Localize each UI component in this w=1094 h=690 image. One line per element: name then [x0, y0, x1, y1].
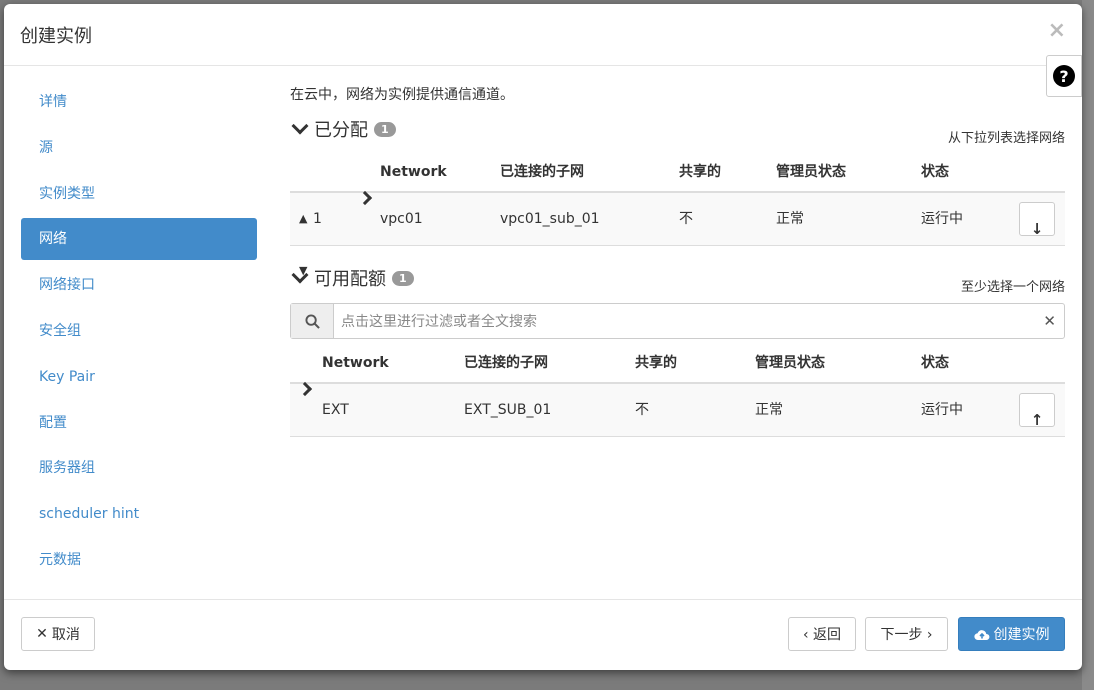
create-instance-button[interactable]: 创建实例	[958, 617, 1065, 651]
row-order: 1	[313, 211, 322, 227]
next-label: 下一步 ›	[880, 627, 933, 643]
help-button[interactable]: ?	[1046, 55, 1082, 97]
column-status: 状态	[921, 355, 949, 371]
row-network: vpc01	[380, 211, 423, 227]
column-network: Network	[380, 164, 447, 180]
column-status: 状态	[921, 164, 949, 180]
nav-item-networks[interactable]: 网络	[21, 218, 257, 261]
chevron-down-icon	[291, 266, 309, 284]
available-section-toggle[interactable]: 可用配额 1	[290, 265, 414, 291]
allocated-title: 已分配	[314, 120, 368, 141]
question-icon: ?	[1053, 65, 1075, 87]
row-network: EXT	[322, 402, 349, 418]
nav-item-metadata[interactable]: 元数据	[21, 539, 257, 581]
cancel-button[interactable]: ✕ 取消	[21, 617, 95, 651]
wizard-nav: 详情 源 实例类型 网络 网络接口 安全组 Key Pair 配置 服务器组 s…	[21, 81, 257, 585]
column-shared: 共享的	[635, 355, 677, 371]
nav-item-flavor[interactable]: 实例类型	[21, 173, 257, 215]
search-input[interactable]	[339, 304, 1033, 340]
column-network: Network	[322, 355, 389, 371]
nav-item-security-groups[interactable]: 安全组	[21, 310, 257, 352]
row-subnet: vpc01_sub_01	[500, 211, 600, 227]
nav-item-key-pair[interactable]: Key Pair	[21, 356, 257, 398]
allocated-hint: 从下拉列表选择网络	[947, 131, 1065, 146]
cancel-label: 取消	[51, 627, 80, 643]
available-title: 可用配额	[314, 269, 386, 290]
row-shared: 不	[635, 402, 649, 418]
nav-item-server-groups[interactable]: 服务器组	[21, 447, 257, 489]
modal-header: 创建实例 ×	[4, 4, 1082, 66]
allocated-table-header: Network 已连接的子网 共享的 管理员状态 状态	[290, 153, 1065, 193]
available-row: EXT EXT_SUB_01 不 正常 运行中 ↑	[290, 381, 1065, 437]
column-admin-state: 管理员状态	[776, 164, 846, 180]
allocated-section-toggle[interactable]: 已分配 1	[290, 116, 396, 142]
search-bar: ✕	[290, 303, 1065, 340]
modal-backdrop	[1082, 0, 1094, 690]
back-button[interactable]: ‹ 返回	[788, 617, 856, 651]
row-status: 运行中	[921, 211, 963, 227]
nav-item-configuration[interactable]: 配置	[21, 402, 257, 444]
row-admin-state: 正常	[755, 402, 783, 418]
back-label: ‹ 返回	[802, 627, 842, 643]
create-label: 创建实例	[993, 627, 1050, 643]
next-button[interactable]: 下一步 ›	[865, 617, 948, 651]
search-icon	[291, 304, 334, 338]
deallocate-button[interactable]: ↓	[1019, 202, 1055, 238]
close-icon: ✕	[36, 626, 48, 642]
clear-search-icon[interactable]: ✕	[1043, 304, 1056, 338]
row-subnet: EXT_SUB_01	[464, 402, 552, 418]
column-shared: 共享的	[679, 164, 721, 180]
nav-item-source[interactable]: 源	[21, 127, 257, 169]
chevron-right-icon	[297, 381, 313, 397]
nav-item-scheduler-hint[interactable]: scheduler hint	[21, 493, 257, 535]
create-instance-modal: 创建实例 × ? 详情 源 实例类型 网络 网络接口 安全组 Key Pair …	[4, 4, 1082, 670]
intro-text: 在云中，网络为实例提供通信通道。	[290, 87, 514, 103]
column-admin-state: 管理员状态	[755, 355, 825, 371]
cloud-upload-icon	[973, 629, 989, 640]
modal-footer: ✕ 取消 ‹ 返回 下一步 › 创建实例	[4, 599, 1082, 670]
allocated-row: ▲ ▼ 1 vpc01 vpc01_sub_01 不 正常 运行中 ↓	[290, 190, 1065, 277]
arrow-down-icon: ↓	[1030, 220, 1044, 238]
row-shared: 不	[679, 211, 693, 227]
column-subnet: 已连接的子网	[464, 355, 548, 371]
allocated-count-badge: 1	[374, 121, 396, 137]
nav-item-network-ports[interactable]: 网络接口	[21, 264, 257, 306]
available-hint: 至少选择一个网络	[960, 280, 1065, 295]
column-subnet: 已连接的子网	[500, 164, 584, 180]
available-count-badge: 1	[392, 270, 414, 286]
close-icon[interactable]: ×	[1048, 18, 1066, 43]
available-table-header: Network 已连接的子网 共享的 管理员状态 状态	[290, 344, 1065, 384]
row-admin-state: 正常	[776, 211, 804, 227]
nav-item-details[interactable]: 详情	[21, 81, 257, 123]
chevron-right-icon	[357, 190, 373, 206]
chevron-down-icon	[291, 117, 309, 135]
arrow-up-icon: ↑	[1030, 411, 1044, 429]
row-status: 运行中	[921, 402, 963, 418]
modal-title: 创建实例	[20, 26, 92, 47]
allocate-button[interactable]: ↑	[1019, 393, 1055, 429]
